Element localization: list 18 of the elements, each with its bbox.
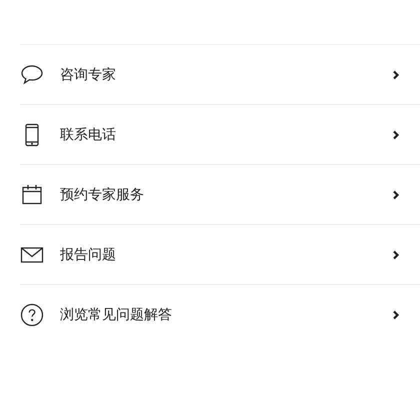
menu-item-label: 咨询专家 [60,66,117,84]
chevron-right-icon [392,250,400,260]
menu-item[interactable]: 浏览常见问题解答 [20,285,420,345]
menu-item-label: 联系电话 [60,126,117,144]
calendar-icon [20,182,44,206]
menu-item[interactable]: 咨询专家 [20,45,420,105]
menu-item-label: 浏览常见问题解答 [60,306,173,324]
help-icon [20,303,44,327]
menu-item[interactable]: 联系电话 [20,105,420,165]
chevron-right-icon [392,70,400,80]
chevron-right-icon [392,130,400,140]
menu-item-label: 报告问题 [60,246,117,264]
menu-item[interactable]: 预约专家服务 [20,165,420,225]
chevron-right-icon [392,310,400,320]
speech-bubble-icon [20,62,44,86]
menu-item[interactable]: 报告问题 [20,225,420,285]
chevron-right-icon [392,190,400,200]
menu-item-label: 预约专家服务 [60,186,145,204]
